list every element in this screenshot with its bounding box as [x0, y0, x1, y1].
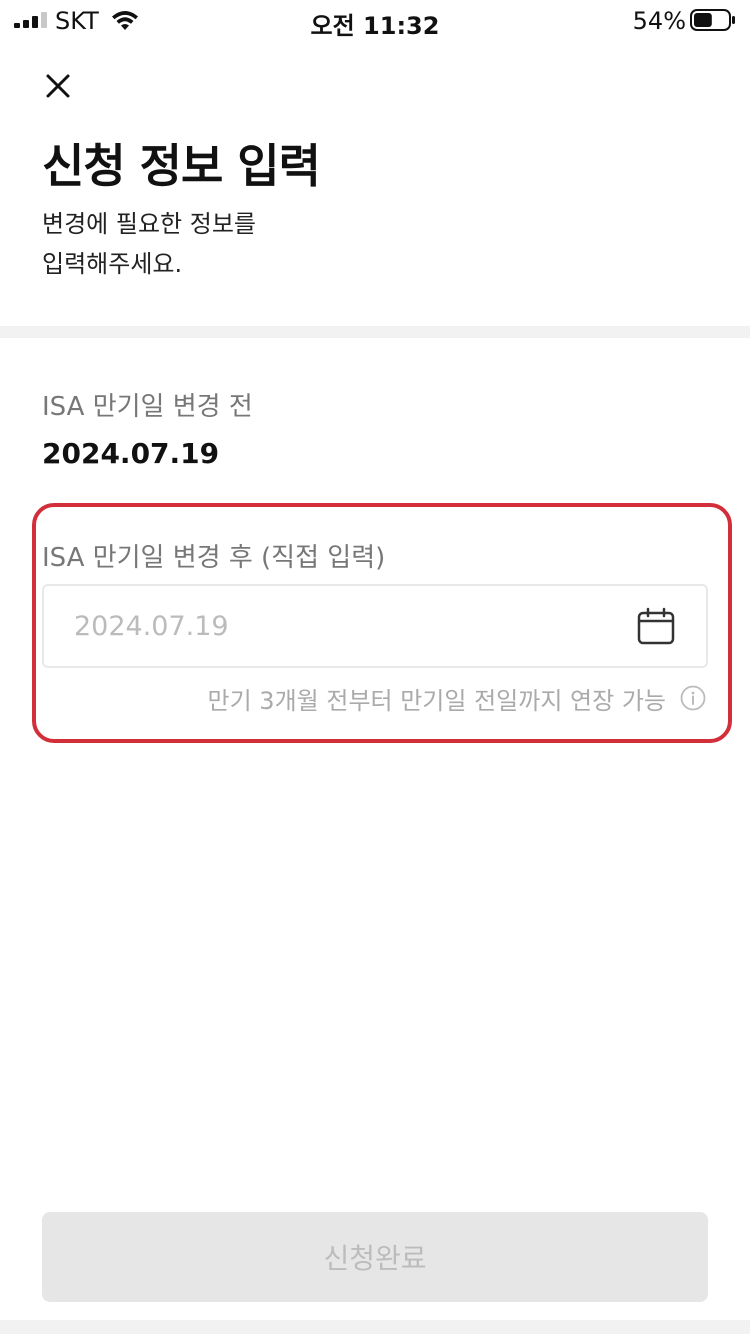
bottom-divider	[0, 1320, 750, 1334]
page-description: 변경에 필요한 정보를 입력해주세요.	[42, 204, 256, 284]
maturity-date-field[interactable]	[42, 584, 708, 668]
before-change-label: ISA 만기일 변경 전	[42, 392, 253, 422]
close-icon	[46, 74, 70, 98]
extension-hint: 만기 3개월 전부터 만기일 전일까지 연장 가능	[208, 680, 706, 716]
extension-hint-text: 만기 3개월 전부터 만기일 전일까지 연장 가능	[207, 686, 666, 715]
maturity-date-input[interactable]	[74, 586, 594, 666]
description-line-1: 변경에 필요한 정보를	[42, 210, 256, 238]
page-title: 신청 정보 입력	[42, 139, 321, 193]
section-divider	[0, 326, 750, 338]
info-icon[interactable]	[680, 685, 706, 711]
after-change-label: ISA 만기일 변경 후 (직접 입력)	[42, 543, 386, 573]
calendar-icon[interactable]	[636, 606, 676, 646]
submit-button[interactable]: 신청완료	[42, 1212, 708, 1302]
battery-percent: 54%	[632, 7, 686, 35]
battery-icon	[690, 9, 735, 31]
close-button[interactable]	[38, 66, 78, 106]
before-change-value: 2024.07.19	[42, 437, 220, 470]
description-line-2: 입력해주세요.	[42, 250, 183, 278]
status-bar: SKT 오전 11:32 54%	[0, 0, 750, 40]
